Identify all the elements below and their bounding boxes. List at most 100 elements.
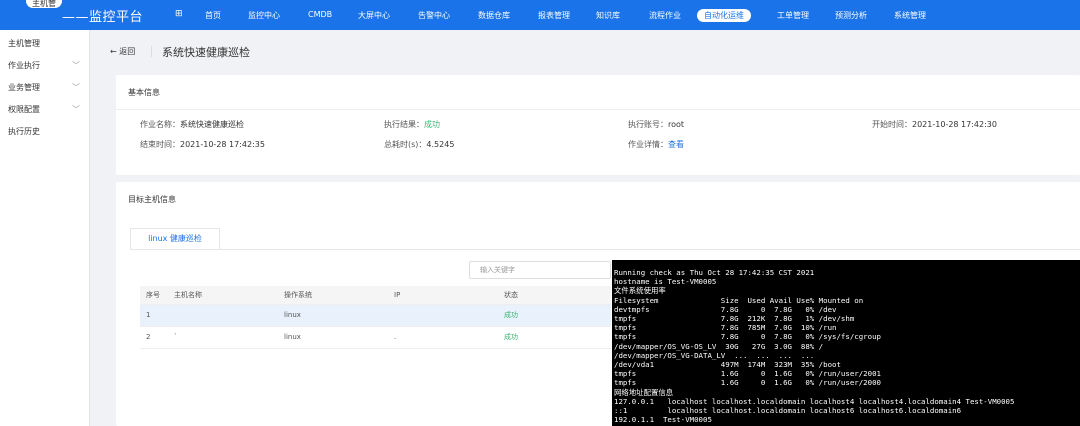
table-header-row: 序号 主机名称 操作系统 IP 状态	[140, 286, 611, 305]
sidebar-item-3[interactable]: 权限配置 ﹀	[8, 104, 80, 115]
nav-item-6[interactable]: 报表管理	[538, 10, 570, 21]
nav-item-1[interactable]: 监控中心	[248, 10, 280, 21]
sidebar-item-0[interactable]: 主机管理	[8, 38, 80, 49]
brand-title: ——监控平台	[62, 10, 144, 25]
terminal-line: ::1 localhost localhost.localdomain loca…	[614, 406, 962, 416]
row-status: 成功	[498, 304, 611, 327]
terminal-line: hostname is Test-VM0005	[614, 277, 717, 287]
end-time-field: 结束时间：2021-10-28 17:42:35	[140, 139, 265, 150]
job-detail-field: 作业详情：查看	[628, 139, 684, 150]
end-time-label: 结束时间：	[140, 140, 180, 149]
terminal-line: 文件系统使用率	[614, 286, 666, 296]
tab-linux-health-check[interactable]: linux 健康巡检	[130, 228, 220, 250]
nav-item-12[interactable]: 系统管理	[894, 10, 926, 21]
chevron-down-icon: ﹀	[72, 61, 80, 70]
chevron-down-icon: ﹀	[72, 105, 80, 114]
result-label: 执行结果：	[384, 120, 424, 129]
nav-item-11[interactable]: 预测分析	[835, 10, 867, 21]
start-time-label: 开始时间：	[872, 120, 912, 129]
row-os: linux	[278, 304, 388, 327]
sidebar-item-label: 作业执行	[8, 61, 40, 70]
row-ip: .	[388, 326, 498, 349]
row-no: 2	[140, 326, 168, 349]
terminal-line: /dev/vda1 497M 174M 323M 35% /boot	[614, 360, 841, 370]
basic-info-title: 基本信息	[128, 88, 160, 97]
row-host: `	[168, 326, 278, 349]
apps-grid-icon[interactable]: ⊞	[175, 10, 184, 19]
page-header: ← 返回 系统快速健康巡检	[104, 40, 1080, 64]
account-label: 执行账号：	[628, 120, 668, 129]
sidebar-item-label: 权限配置	[8, 105, 40, 114]
terminal-line: tmpfs 7.8G 212K 7.8G 1% /dev/shm	[614, 314, 855, 324]
column-header-os: 操作系统	[278, 286, 388, 305]
terminal-line: tmpfs 7.8G 0 7.8G 0% /sys/fs/cgroup	[614, 332, 881, 342]
nav-item-9[interactable]: 自动化运维	[697, 9, 751, 22]
terminal-line: tmpfs 1.6G 0 1.6G 0% /run/user/2000	[614, 378, 881, 388]
table-row[interactable]: 1 linux 成功	[140, 304, 611, 327]
duration-field: 总耗时(s)：4.5245	[384, 139, 454, 150]
table-row[interactable]: 2 ` linux . 成功	[140, 326, 611, 349]
basic-info-card: 基本信息 作业名称：系统快速健康巡检 执行结果：成功 执行账号：root 开始时…	[116, 75, 1080, 175]
sidebar-item-label: 主机管理	[8, 39, 40, 48]
page-title: 系统快速健康巡检	[162, 46, 250, 59]
row-host	[168, 304, 278, 327]
nav-item-5[interactable]: 数据仓库	[478, 10, 510, 21]
target-hosts-title: 目标主机信息	[128, 195, 176, 204]
row-status: 成功	[498, 326, 611, 349]
chevron-down-icon: ﹀	[72, 83, 80, 92]
sidebar-item-4[interactable]: 执行历史	[8, 126, 80, 137]
terminal-line: Filesystem Size Used Avail Use% Mounted …	[614, 295, 864, 305]
sidebar-item-2[interactable]: 业务管理 ﹀	[8, 82, 80, 93]
terminal-line: 网络地址配置信息	[614, 387, 674, 397]
column-header-status: 状态	[498, 286, 611, 305]
back-button[interactable]: ← 返回	[110, 46, 135, 57]
job-name-value: 系统快速健康巡检	[180, 120, 244, 129]
sidebar-item-label: 业务管理	[8, 83, 40, 92]
result-field: 执行结果：成功	[384, 119, 440, 130]
nav-item-10[interactable]: 工单管理	[777, 10, 809, 21]
nav-item-7[interactable]: 知识库	[596, 10, 620, 21]
terminal-output: Running check as Thu Oct 28 17:42:35 CST…	[612, 260, 1080, 426]
tab-underline	[130, 249, 1080, 250]
job-name-label: 作业名称：	[140, 120, 180, 129]
column-header-no: 序号	[140, 286, 168, 305]
terminal-line: tmpfs 7.8G 785M 7.0G 10% /run	[614, 323, 837, 333]
sidebar-item-1[interactable]: 作业执行 ﹀	[8, 60, 80, 71]
terminal-line: /dev/mapper/OS_VG-OS_LV 30G 27G 3.0G 88%…	[614, 341, 824, 351]
sidebar-item-label: 执行历史	[8, 127, 40, 136]
terminal-line: tmpfs 1.6G 0 1.6G 0% /run/user/2001	[614, 369, 881, 379]
nav-item-8[interactable]: 流程作业	[649, 10, 681, 21]
terminal-line: Running check as Thu Oct 28 17:42:35 CST…	[614, 268, 815, 277]
sidebar: 主机管理作业执行 ﹀ 业务管理 ﹀ 权限配置 ﹀ 执行历史	[0, 30, 90, 426]
logo: 主机管	[26, 0, 62, 8]
terminal-line: 127.0.0.1 localhost localhost.localdomai…	[614, 396, 1015, 406]
column-header-host: 主机名称	[168, 286, 278, 305]
duration-label: 总耗时(s)：	[384, 140, 427, 149]
duration-value: 4.5245	[426, 140, 455, 149]
header-divider	[151, 46, 152, 57]
row-os: linux	[278, 326, 388, 349]
result-value: 成功	[424, 120, 440, 129]
top-navigation-bar: 主机管 ——监控平台 ⊞ 首页 监控中心 CMDB 大屏中心 告警中心 数据仓库 报表管理 知…	[0, 0, 1080, 30]
column-header-ip: IP	[388, 286, 498, 305]
search-input[interactable]: 输入关键字	[469, 261, 611, 279]
start-time-field: 开始时间：2021-10-28 17:42:30	[872, 119, 997, 130]
nav-item-4[interactable]: 告警中心	[418, 10, 450, 21]
card-divider	[116, 109, 1080, 110]
terminal-line: devtmpfs 7.8G 0 7.8G 0% /dev	[614, 304, 837, 314]
start-time-value: 2021-10-28 17:42:30	[912, 120, 997, 129]
nav-item-3[interactable]: 大屏中心	[358, 10, 390, 21]
account-value: root	[668, 120, 685, 129]
row-ip	[388, 304, 498, 327]
nav-item-2[interactable]: CMDB	[308, 10, 332, 19]
nav-item-0[interactable]: 首页	[205, 10, 221, 21]
job-detail-label: 作业详情：	[628, 140, 668, 149]
end-time-value: 2021-10-28 17:42:35	[180, 140, 265, 149]
account-field: 执行账号：root	[628, 119, 684, 130]
terminal-line: 192.0.1.1 Test-VM0005	[614, 415, 712, 425]
row-no: 1	[140, 304, 168, 327]
job-name-field: 作业名称：系统快速健康巡检	[140, 119, 244, 130]
hosts-table: 序号 主机名称 操作系统 IP 状态 1 linux 成功 2 ` linux …	[140, 286, 611, 349]
job-detail-link[interactable]: 查看	[668, 140, 684, 149]
terminal-line: /dev/mapper/OS_VG-DATA_LV ... ... ... ..…	[614, 350, 815, 360]
